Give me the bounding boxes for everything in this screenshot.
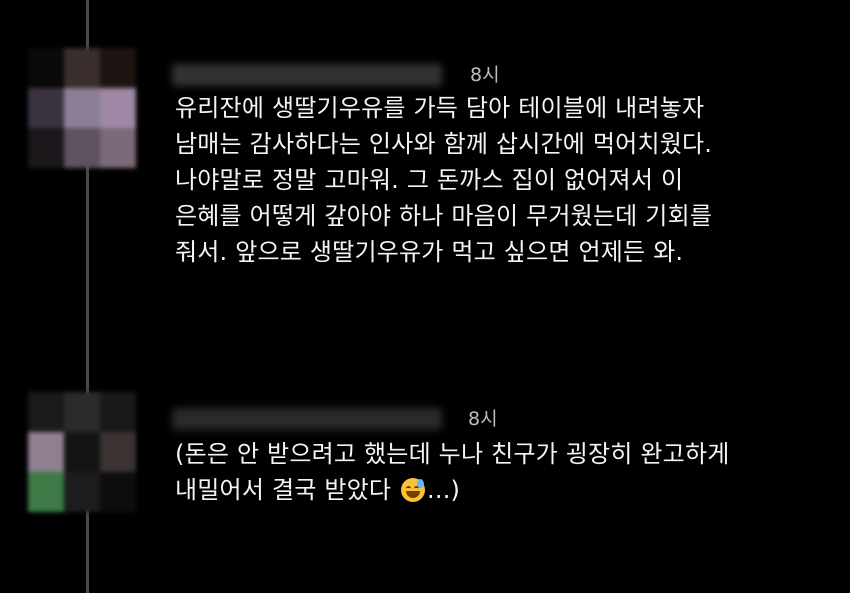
comment-timestamp: 8시 [470, 64, 500, 86]
comment-text: 유리잔에 생딸기우유를 가득 담아 테이블에 내려놓자 남매는 감사하다는 인사… [175, 90, 712, 270]
comment-line: 유리잔에 생딸기우유를 가득 담아 테이블에 내려놓자 [175, 94, 705, 122]
comment-line: 남매는 감사하다는 인사와 함께 삽시간에 먹어치웠다. [175, 130, 713, 158]
comment-line: 나야말로 정말 고마워. 그 돈까스 집이 없어져서 이 [175, 166, 684, 194]
comment-line: (돈은 안 받으려고 했는데 누나 친구가 굉장히 완고하게 [175, 440, 730, 468]
comment-line: 은혜를 어떻게 갚아야 하나 마음이 무거웠는데 기회를 [175, 202, 713, 230]
comment-line-suffix: ...) [427, 476, 461, 504]
comment-line-text: 내밀어서 결국 받았다 [175, 476, 392, 504]
comment-text: (돈은 안 받으려고 했는데 누나 친구가 굉장히 완고하게 내밀어서 결국 받… [175, 436, 730, 508]
comment-timestamp: 8시 [468, 408, 498, 430]
avatar[interactable] [28, 392, 136, 530]
grinning-sweat-emoji-icon [401, 478, 426, 502]
comment-line: 줘서. 앞으로 생딸기우유가 먹고 싶으면 언제든 와. [175, 238, 684, 266]
avatar[interactable] [28, 48, 136, 168]
username-blurred[interactable] [172, 408, 442, 430]
comment-line: 내밀어서 결국 받았다 ...) [175, 472, 730, 508]
username-blurred[interactable] [172, 64, 442, 86]
